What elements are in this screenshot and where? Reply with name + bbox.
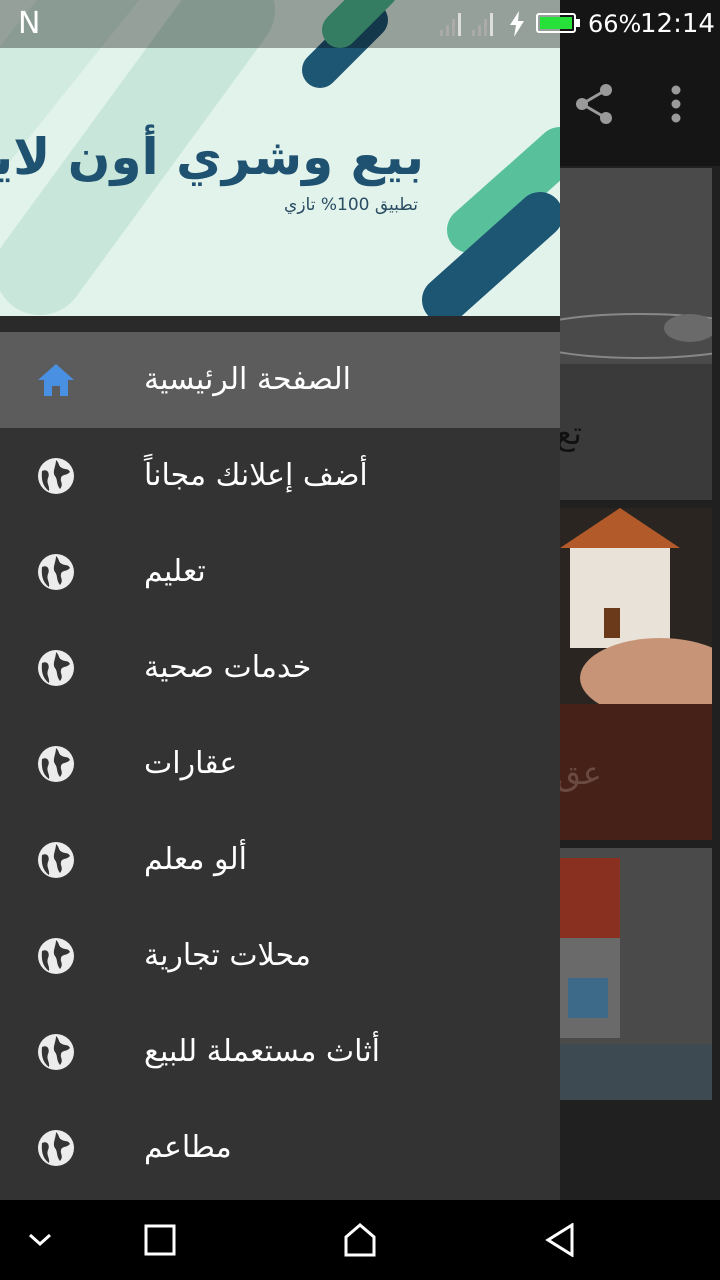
menu-item-label: تعليم <box>144 554 206 589</box>
home-icon <box>38 364 74 396</box>
globe-icon <box>38 458 74 494</box>
signal-icon <box>440 13 461 36</box>
clock: 12:14 <box>640 9 715 39</box>
menu-item-label: مطاعم <box>144 1130 232 1165</box>
battery-icon <box>536 13 580 33</box>
menu-item-label: أضف إعلانك مجاناً <box>144 458 368 493</box>
chevron-down-icon <box>28 1233 52 1247</box>
menu-item-home[interactable]: الصفحة الرئيسية <box>0 332 560 428</box>
globe-icon <box>38 842 74 878</box>
menu-item-label: أثاث مستعملة للبيع <box>144 1034 381 1069</box>
menu-item-add-ad[interactable]: أضف إعلانك مجاناً <box>0 428 560 524</box>
share-icon[interactable] <box>572 82 616 126</box>
home-button[interactable] <box>320 1200 400 1280</box>
recents-icon <box>144 1224 176 1256</box>
menu-item-health[interactable]: خدمات صحية <box>0 620 560 716</box>
more-vert-icon[interactable] <box>656 82 696 126</box>
menu-item-real-estate[interactable]: عقارات <box>0 716 560 812</box>
back-button[interactable] <box>520 1200 600 1280</box>
globe-icon <box>38 650 74 686</box>
menu-item-shops[interactable]: محلات تجارية <box>0 908 560 1004</box>
menu-item-label: خدمات صحية <box>144 650 312 685</box>
globe-icon <box>38 1130 74 1166</box>
globe-icon <box>38 1034 74 1070</box>
menu-item-furniture[interactable]: أثاث مستعملة للبيع <box>0 1004 560 1100</box>
globe-icon <box>38 746 74 782</box>
system-nav-bar <box>0 1200 720 1280</box>
menu-item-label: محلات تجارية <box>144 938 311 973</box>
menu-item-label: ألو معلم <box>144 842 247 877</box>
menu-item-restaurants[interactable]: مطاعم <box>0 1100 560 1196</box>
menu-item-craftsman[interactable]: ألو معلم <box>0 812 560 908</box>
header-divider <box>0 316 560 332</box>
menu-item-label: عقارات <box>144 746 238 781</box>
status-bar: N 66% 12:14 <box>0 0 720 48</box>
notification-n-icon: N <box>18 6 41 41</box>
recents-button[interactable] <box>120 1200 200 1280</box>
battery-percent: 66% <box>588 10 642 38</box>
globe-icon <box>38 938 74 974</box>
charging-icon <box>510 11 524 37</box>
signal-icon <box>472 13 493 36</box>
menu-item-education[interactable]: تعليم <box>0 524 560 620</box>
collapse-button[interactable] <box>0 1200 80 1280</box>
app-title: بيع وشري أون لاين <box>0 128 424 186</box>
globe-icon <box>38 554 74 590</box>
app-subtitle: تطبيق 100% تازي <box>284 195 418 215</box>
card-label: عق <box>556 754 602 792</box>
home-outline-icon <box>344 1223 376 1257</box>
navigation-drawer: بيع وشري أون لاين تطبيق 100% تازي الصفحة… <box>0 0 560 1200</box>
menu-item-label: الصفحة الرئيسية <box>144 362 351 397</box>
back-icon <box>545 1223 574 1257</box>
drawer-menu: الصفحة الرئيسية أضف إعلانك مجاناً تعليم <box>0 332 560 1196</box>
